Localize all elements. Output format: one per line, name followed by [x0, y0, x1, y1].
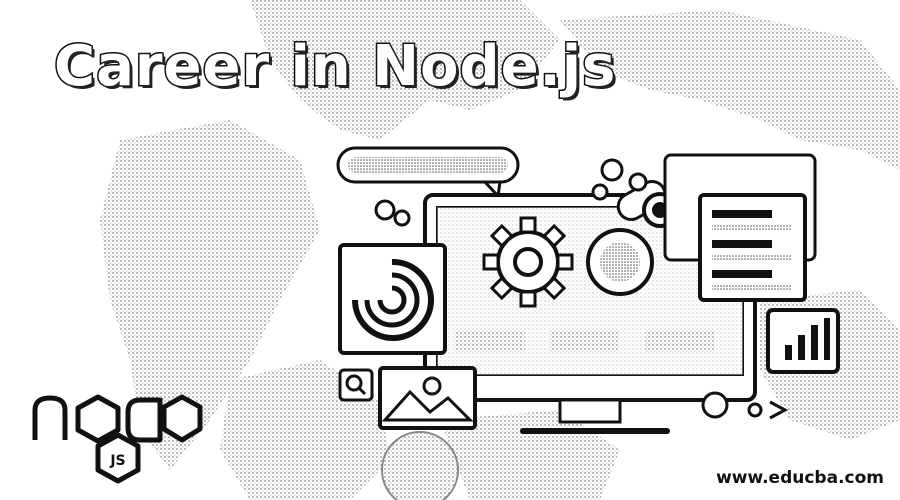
watermark-text: www.educba.com	[716, 468, 884, 488]
node-logo-icon: JS	[32, 394, 203, 484]
banner-image: Career in Node.js JS www.educba.com	[0, 0, 900, 500]
logo-badge-text: JS	[109, 453, 125, 469]
